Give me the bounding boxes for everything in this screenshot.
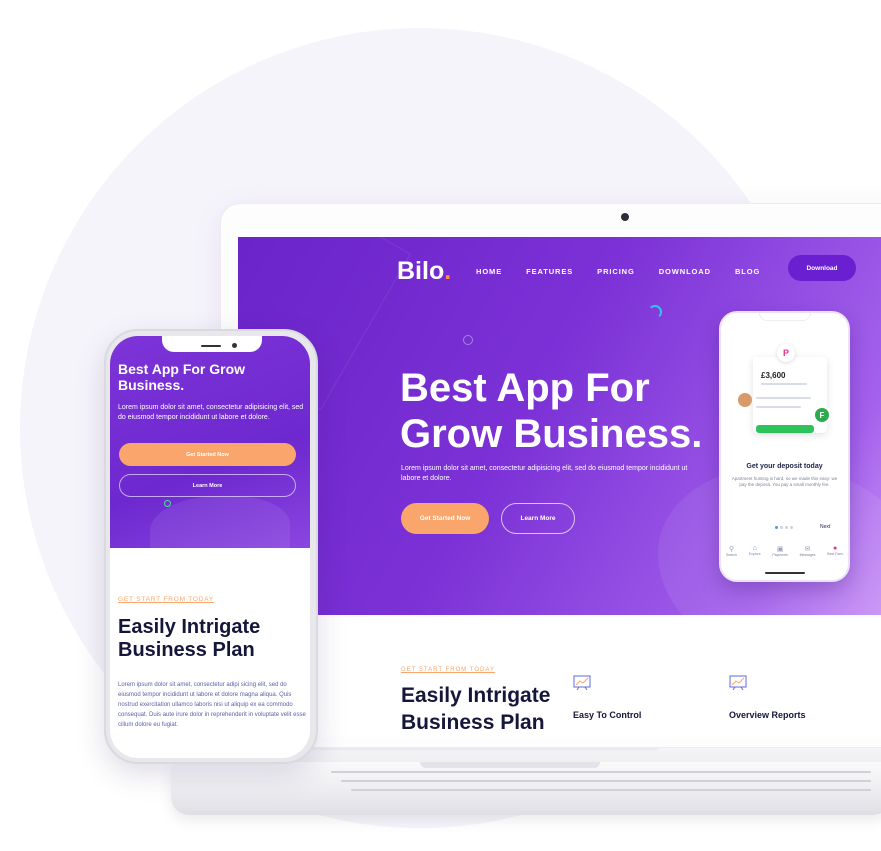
phone-hero-blob: [150, 496, 290, 566]
phone-notch: [162, 336, 262, 352]
confirm-bar: [756, 425, 814, 433]
nav-item-download[interactable]: DOWNLOAD: [659, 267, 711, 276]
nav-item-pricing[interactable]: PRICING: [597, 267, 635, 276]
main-nav: HOME FEATURES PRICING DOWNLOAD BLOG: [476, 267, 760, 276]
phone-hero-description: Lorem ipsum dolor sit amet, consectetur …: [118, 404, 304, 421]
hero-arc-decoration: [648, 305, 662, 319]
phone-ring-decoration: [164, 500, 171, 507]
laptop-screen: Bilo. HOME FEATURES PRICING DOWNLOAD BLO…: [238, 237, 881, 737]
nav-item-features[interactable]: FEATURES: [526, 267, 573, 276]
feature-easy-to-control: Easy To Control: [573, 710, 642, 720]
page-dot[interactable]: [785, 526, 788, 529]
deposit-amount: £3,600: [761, 371, 786, 380]
app-phone-mockup: P £3,600 F Get your deposit today Apartm…: [719, 311, 850, 582]
learn-more-button[interactable]: Learn More: [501, 503, 575, 534]
keyboard-row: [341, 780, 871, 782]
next-button[interactable]: Next: [820, 524, 830, 530]
download-button[interactable]: Download: [788, 255, 856, 281]
hero-title: Best App For Grow Business.: [400, 366, 703, 456]
keyboard-row: [331, 771, 871, 773]
tab-explore[interactable]: ⌂ Explore: [749, 545, 761, 557]
mockup-notch: [759, 313, 811, 321]
phone-section-title: Easily Intrigate Business Plan: [118, 616, 261, 661]
mail-icon: ✉: [804, 546, 811, 553]
mockup-text: Apartment hunting is hard, so we made th…: [731, 476, 838, 487]
page-dot[interactable]: [775, 526, 778, 529]
section-eyebrow[interactable]: GET START FROM TODAY: [401, 667, 495, 673]
nav-item-blog[interactable]: BLOG: [735, 267, 760, 276]
phone-section-body: Lorem ipsum dolor sit amet, consectetur …: [118, 682, 306, 728]
hero-description: Lorem ipsum dolor sit amet, consectetur …: [401, 465, 688, 482]
home-indicator: [765, 572, 805, 574]
phone-learn-more-button[interactable]: Learn More: [119, 474, 296, 497]
tab-messages[interactable]: ✉ Messages: [800, 545, 816, 557]
webcam: [621, 213, 629, 221]
site-logo[interactable]: Bilo.: [397, 257, 451, 286]
chart-board-icon: [729, 675, 747, 691]
get-started-button[interactable]: Get Started Now: [401, 503, 489, 534]
phone-section-eyebrow[interactable]: GET START FROM TODAY: [118, 596, 214, 603]
phone-hero-section: Best App For Grow Business. Lorem ipsum …: [110, 336, 310, 566]
mockup-tab-bar: ⚲ Search ⌂ Explore ▣ Payments ✉ Messages ● Be…: [726, 545, 843, 557]
card-icon: ▣: [776, 546, 784, 553]
hero-ring-decoration: [463, 335, 473, 345]
phone-speaker: [201, 345, 221, 347]
keyboard-row: [351, 789, 871, 791]
nav-item-home[interactable]: HOME: [476, 267, 502, 276]
tab-payments[interactable]: ▣ Payments: [772, 545, 788, 557]
card-line: [756, 397, 811, 399]
card-line: [756, 406, 801, 408]
page-dot[interactable]: [790, 526, 793, 529]
laptop-opening-notch: [420, 762, 600, 768]
mockup-heading: Get your deposit today: [746, 463, 823, 470]
phone-camera: [232, 343, 237, 348]
laptop-hero-section: Bilo. HOME FEATURES PRICING DOWNLOAD BLO…: [238, 237, 881, 615]
f-badge-icon: F: [813, 406, 831, 424]
tab-best-fans[interactable]: ● Best Fans: [827, 545, 843, 557]
feature-overview-reports: Overview Reports: [729, 710, 806, 720]
pagination-dots: [775, 526, 793, 529]
laptop-base: [171, 762, 881, 815]
avatar: [738, 393, 752, 407]
page-dot[interactable]: [780, 526, 783, 529]
chart-board-icon: [573, 675, 591, 691]
tab-search[interactable]: ⚲ Search: [726, 545, 737, 557]
app-logo-icon: P: [777, 344, 795, 362]
phone-hero-title: Best App For Grow Business.: [118, 361, 246, 393]
section-title: Easily Intrigate Business Plan: [401, 684, 551, 734]
phone-get-started-button[interactable]: Get Started Now: [119, 443, 296, 466]
people-icon: ●: [833, 545, 838, 552]
card-line: [761, 383, 807, 385]
home-icon: ⌂: [752, 545, 757, 552]
search-icon: ⚲: [728, 546, 735, 553]
phone-screen: Best App For Grow Business. Lorem ipsum …: [110, 336, 310, 758]
